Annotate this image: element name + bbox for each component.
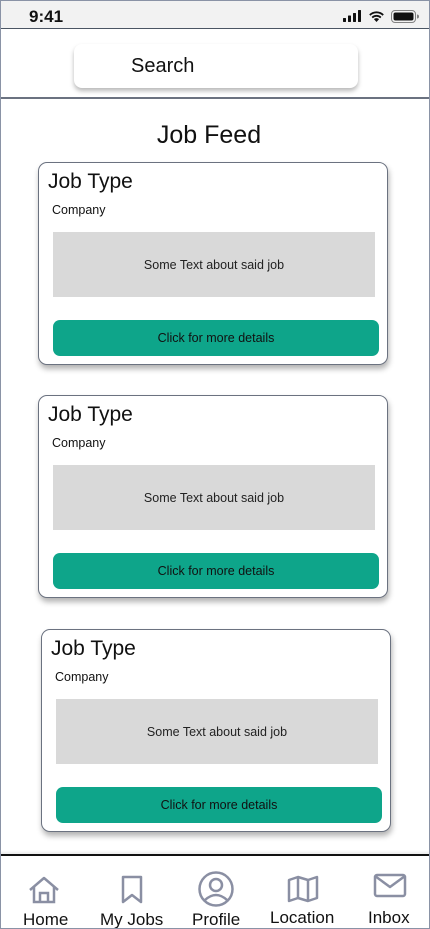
map-icon xyxy=(287,875,319,903)
job-type-title: Job Type xyxy=(48,403,133,426)
job-card: Job Type Company Some Text about said jo… xyxy=(41,629,391,832)
header: Search xyxy=(1,29,429,99)
mail-icon xyxy=(373,873,407,898)
job-description-text: Some Text about said job xyxy=(146,724,288,739)
more-details-label: Click for more details xyxy=(157,331,275,345)
page-title: Job Feed xyxy=(156,121,262,149)
nav-label-profile: Profile xyxy=(192,910,241,929)
more-details-button[interactable]: Click for more details xyxy=(53,553,379,589)
nav-label-home: Home xyxy=(23,910,69,929)
profile-icon xyxy=(198,871,234,907)
more-details-label: Click for more details xyxy=(160,798,278,812)
nav-label-inbox: Inbox xyxy=(368,908,410,927)
job-feed-scroll-area[interactable]: Job Feed Job Type Company Some Text abou… xyxy=(1,101,429,853)
nav-item-location[interactable]: Location xyxy=(267,856,339,928)
job-description-text: Some Text about said job xyxy=(143,490,285,505)
company-name: Company xyxy=(52,203,106,217)
battery-icon xyxy=(391,9,419,23)
nav-item-profile[interactable]: Profile xyxy=(187,856,247,929)
status-bar: 9:41 xyxy=(1,1,429,29)
wifi-icon xyxy=(369,11,384,22)
job-description: Some Text about said job xyxy=(53,465,375,530)
phone-frame: 9:41 Search Job Feed Job Type Company So… xyxy=(0,0,430,929)
job-description: Some Text about said job xyxy=(53,232,375,297)
more-details-button[interactable]: Click for more details xyxy=(53,320,379,356)
status-time: 9:41 xyxy=(29,7,64,26)
search-bar[interactable]: Search xyxy=(74,44,358,88)
job-description-text: Some Text about said job xyxy=(143,257,285,272)
nav-label-location: Location xyxy=(270,908,335,927)
job-description: Some Text about said job xyxy=(56,699,378,764)
status-icons xyxy=(343,9,419,23)
nav-item-my-jobs[interactable]: My Jobs xyxy=(95,856,171,929)
cellular-signal-icon xyxy=(343,10,361,22)
bookmark-icon xyxy=(121,875,143,904)
job-card: Job Type Company Some Text about said jo… xyxy=(38,162,388,365)
more-details-button[interactable]: Click for more details xyxy=(56,787,382,823)
company-name: Company xyxy=(52,436,106,450)
nav-item-home[interactable]: Home xyxy=(11,856,81,929)
bottom-navigation: Home My Jobs Profile Location Inbox xyxy=(1,850,429,929)
job-type-title: Job Type xyxy=(51,637,136,660)
job-type-title: Job Type xyxy=(48,170,133,193)
search-label: Search xyxy=(131,54,195,77)
home-icon xyxy=(29,876,59,904)
more-details-label: Click for more details xyxy=(157,564,275,578)
nav-item-inbox[interactable]: Inbox xyxy=(361,856,417,928)
company-name: Company xyxy=(55,670,109,684)
nav-label-my-jobs: My Jobs xyxy=(100,910,164,929)
job-card: Job Type Company Some Text about said jo… xyxy=(38,395,388,598)
